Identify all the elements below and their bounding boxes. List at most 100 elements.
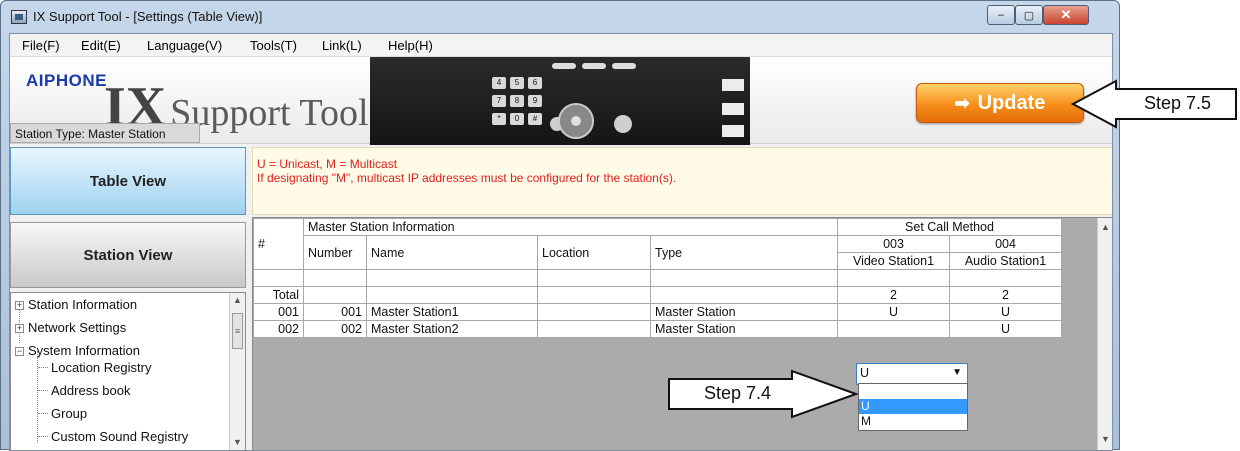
phone-bar [612, 63, 636, 69]
menu-language[interactable]: Language(V) [147, 38, 222, 53]
title-bar[interactable]: IX Support Tool - [Settings (Table View)… [1, 1, 1119, 33]
phone-key: # [528, 113, 542, 125]
menu-tools[interactable]: Tools(T) [250, 38, 297, 53]
chevron-down-icon[interactable]: ▼ [952, 367, 962, 378]
dropdown-option-blank[interactable] [859, 384, 967, 399]
tree-item-custom-sound-registry[interactable]: Custom Sound Registry [51, 429, 188, 444]
banner: AIPHONE IX Support Tool Station Type: Mas… [10, 56, 1112, 145]
phone-key: 4 [492, 77, 506, 89]
column-header-location: Location [537, 235, 651, 270]
info-message: U = Unicast, M = Multicast If designatin… [252, 147, 1112, 215]
expand-icon[interactable]: + [15, 324, 24, 333]
station-type[interactable]: Master Station [650, 303, 838, 321]
station-name[interactable]: Master Station1 [366, 303, 538, 321]
table-view-button[interactable]: Table View [10, 147, 246, 215]
call-method-cell[interactable]: U [949, 320, 1062, 338]
tree-label: Network Settings [28, 320, 127, 335]
menu-file[interactable]: File(F) [22, 38, 60, 53]
spacer-cell [650, 269, 838, 287]
scroll-thumb[interactable]: ≡ [232, 313, 243, 349]
tree-label: System Information [28, 343, 140, 358]
menu-edit[interactable]: Edit(E) [81, 38, 121, 53]
spacer-cell [366, 269, 538, 287]
call-method-select[interactable]: U ▼ [856, 363, 968, 385]
callout-label: Step 7.4 [704, 383, 772, 403]
tree-item-location-registry[interactable]: Location Registry [51, 360, 151, 375]
total-value: 2 [837, 286, 950, 304]
callout-label: Step 7.5 [1144, 93, 1212, 113]
phone-image: 4 5 6 7 8 9 * 0 # [370, 57, 750, 145]
spacer-cell [253, 269, 304, 287]
brand-logo: AIPHONE [26, 71, 107, 90]
callout-step-dropdown: Step 7.4 [668, 369, 859, 419]
window-title: IX Support Tool - [Settings (Table View)… [33, 9, 263, 24]
dropdown-option-m[interactable]: M [859, 414, 967, 429]
tree-connector [38, 413, 48, 414]
tree-scrollbar[interactable]: ▲ ≡ ▼ [229, 293, 245, 450]
scroll-up-icon[interactable]: ▲ [1101, 222, 1110, 232]
call-method-cell[interactable]: U [837, 303, 950, 321]
scroll-up-icon[interactable]: ▲ [233, 295, 242, 305]
phone-softkey [722, 103, 744, 115]
station-name-header: Audio Station1 [949, 252, 1062, 270]
station-name[interactable]: Master Station2 [366, 320, 538, 338]
call-method-dropdown-list[interactable]: U M [858, 383, 968, 431]
tree-label: Station Information [28, 297, 138, 312]
tree-item-station-information[interactable]: + Station Information [15, 297, 137, 312]
spacer-cell [537, 269, 651, 287]
dropdown-option-u[interactable]: U [859, 399, 967, 414]
station-id-header: 004 [949, 235, 1062, 253]
phone-bar [582, 63, 606, 69]
tree-connector [37, 351, 38, 443]
settings-tree: + Station Information + Network Settings −… [10, 292, 246, 450]
station-name-header: Video Station1 [837, 252, 950, 270]
menu-help[interactable]: Help(H) [388, 38, 433, 53]
close-button[interactable]: ✕ [1043, 5, 1089, 25]
arrow-right-icon: ➡ [954, 92, 970, 113]
station-id-header: 003 [837, 235, 950, 253]
scroll-down-icon[interactable]: ▼ [1101, 434, 1110, 444]
tree-item-network-settings[interactable]: + Network Settings [15, 320, 126, 335]
spacer-cell [303, 269, 367, 287]
tree-item-group[interactable]: Group [51, 406, 87, 421]
total-row: Total 2 2 [253, 286, 1062, 304]
update-button[interactable]: ➡ Update [916, 83, 1084, 123]
spacer-cell [949, 269, 1062, 287]
column-header-name: Name [366, 235, 538, 270]
phone-button [614, 115, 632, 133]
empty-cell [650, 286, 838, 304]
call-method-cell[interactable]: U [949, 303, 1062, 321]
column-header-number: Number [303, 235, 367, 270]
collapse-icon[interactable]: − [15, 347, 24, 356]
app-icon [11, 10, 27, 24]
table-row[interactable]: 002 002 Master Station2 Master Station U [253, 320, 1062, 338]
station-location[interactable] [537, 303, 651, 321]
phone-softkey [722, 79, 744, 91]
table-row[interactable]: 001 001 Master Station1 Master Station U… [253, 303, 1062, 321]
station-view-button[interactable]: Station View [10, 222, 246, 288]
station-number[interactable]: 002 [303, 320, 367, 338]
group-header-master-station: Master Station Information [303, 218, 838, 236]
station-type[interactable]: Master Station [650, 320, 838, 338]
station-location[interactable] [537, 320, 651, 338]
row-index: 002 [253, 320, 304, 338]
phone-key: 0 [510, 113, 524, 125]
expand-icon[interactable]: + [15, 301, 24, 310]
tree-item-system-information[interactable]: − System Information [15, 343, 140, 358]
menu-link[interactable]: Link(L) [322, 38, 362, 53]
scroll-down-icon[interactable]: ▼ [233, 437, 242, 447]
call-method-select-value: U [860, 366, 870, 380]
grid-scrollbar[interactable]: ▲ ▼ [1097, 218, 1112, 450]
call-method-cell-editing[interactable] [837, 320, 950, 338]
tree-item-address-book[interactable]: Address book [51, 383, 131, 398]
row-index: 001 [253, 303, 304, 321]
info-line-note: If designating "M", multicast IP address… [257, 171, 677, 185]
minimize-button[interactable]: – [987, 5, 1015, 25]
callout-step-update: Step 7.5 [1070, 79, 1238, 129]
station-number[interactable]: 001 [303, 303, 367, 321]
column-header-type: Type [650, 235, 838, 270]
settings-grid: # Master Station Information Set Call Me… [253, 218, 1062, 338]
empty-cell [303, 286, 367, 304]
maximize-button[interactable]: ▢ [1015, 5, 1043, 25]
phone-key: * [492, 113, 506, 125]
